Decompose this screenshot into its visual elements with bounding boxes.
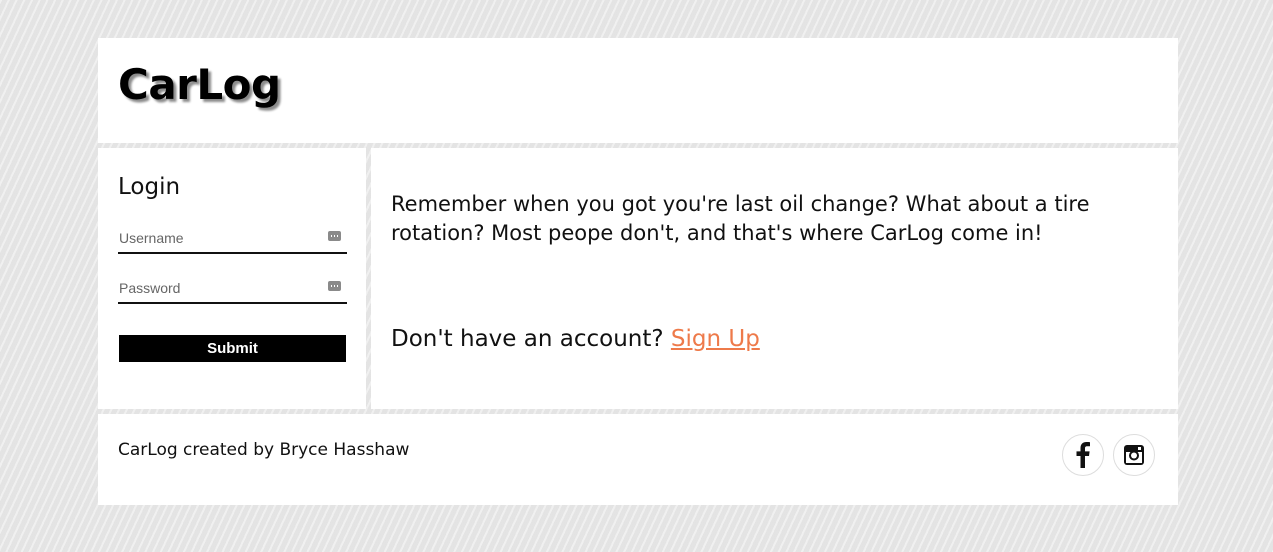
submit-button[interactable]: Submit [119,335,346,362]
password-field-wrapper [118,276,347,304]
intro-text: Remember when you got you're last oil ch… [391,192,1090,245]
footer-credit: CarLog created by Bryce Hasshaw [118,440,410,460]
signup-prompt-line: Don't have an account? Sign Up [391,326,760,352]
header: CarLog [98,38,1178,143]
instagram-glyph [1124,445,1144,465]
main-panel: Remember when you got you're last oil ch… [371,148,1178,409]
signup-prompt: Don't have an account? [391,326,671,352]
footer: CarLog created by Bryce Hasshaw [98,414,1178,505]
site-logo[interactable]: CarLog [118,64,281,106]
autofill-key-icon[interactable] [328,231,341,241]
page-container: CarLog Login Submit Remember when you go… [98,38,1178,505]
content-row: Login Submit Remember when you got you'r… [98,148,1178,409]
facebook-icon[interactable] [1062,434,1104,476]
login-panel: Login Submit [98,148,366,409]
facebook-glyph [1076,442,1090,468]
login-title: Login [118,174,181,200]
password-input[interactable] [118,276,319,300]
username-field-wrapper [118,226,347,254]
signup-link[interactable]: Sign Up [671,326,760,352]
instagram-icon[interactable] [1113,434,1155,476]
username-input[interactable] [118,226,319,250]
autofill-key-icon[interactable] [328,281,341,291]
